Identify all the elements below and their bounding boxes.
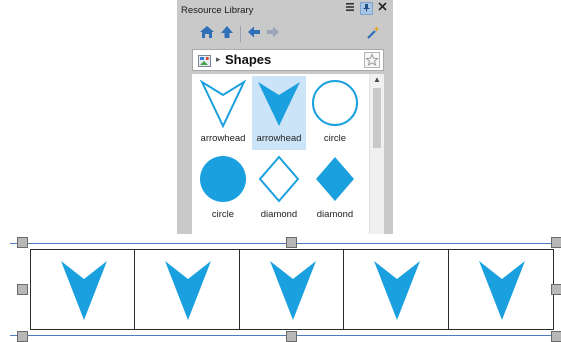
shape-item-diamond-filled[interactable]: diamond <box>308 152 362 226</box>
forward-icon[interactable] <box>265 24 283 42</box>
arrowhead-outline-icon <box>199 79 247 129</box>
breadcrumb-title[interactable]: Shapes <box>225 52 271 67</box>
shape-label: diamond <box>316 209 354 220</box>
resize-handle-middle-right[interactable] <box>551 284 561 295</box>
pin-icon[interactable] <box>360 2 373 15</box>
favorite-star-icon[interactable] <box>364 52 380 68</box>
up-icon[interactable] <box>219 24 237 42</box>
selected-shape-group[interactable] <box>30 249 554 330</box>
shape-item-circle-filled[interactable]: circle <box>196 152 250 226</box>
resize-handle-bottom-center[interactable] <box>286 331 297 342</box>
shape-grid: arrowhead arrowhead circle circle diamon… <box>192 74 384 234</box>
shape-label: arrowhead <box>200 133 246 144</box>
resize-handle-top-right[interactable] <box>551 237 561 248</box>
circle-outline-icon <box>312 80 358 126</box>
resize-handle-middle-left[interactable] <box>17 284 28 295</box>
arrowhead-instance[interactable] <box>240 250 345 329</box>
breadcrumb: ▸ Shapes <box>192 49 384 71</box>
home-icon[interactable] <box>199 24 217 42</box>
diamond-outline-icon <box>258 155 300 203</box>
shapes-folder-icon <box>198 54 211 67</box>
shape-item-diamond-outline[interactable]: diamond <box>252 152 306 226</box>
diamond-filled-icon <box>316 157 354 201</box>
resize-handle-top-left[interactable] <box>17 237 28 248</box>
arrowhead-instance[interactable] <box>344 250 449 329</box>
arrowhead-filled-icon <box>165 261 212 320</box>
scroll-up-icon[interactable]: ▲ <box>370 74 384 86</box>
arrowhead-instance[interactable] <box>449 250 553 329</box>
shape-grid-scrollbar[interactable]: ▲ <box>369 74 384 234</box>
shape-label: diamond <box>260 209 298 220</box>
shape-item-arrowhead-outline[interactable]: arrowhead <box>196 76 250 150</box>
library-toolbar <box>197 24 383 44</box>
arrowhead-filled-icon <box>258 82 300 126</box>
breadcrumb-chevron-icon: ▸ <box>216 54 221 64</box>
shape-label: arrowhead <box>256 133 302 144</box>
arrowhead-filled-icon <box>374 261 421 320</box>
panel-menu-icon[interactable] <box>343 2 357 14</box>
arrowhead-instance[interactable] <box>135 250 240 329</box>
scroll-thumb[interactable] <box>373 88 381 148</box>
resize-handle-bottom-left[interactable] <box>17 331 28 342</box>
shape-label: circle <box>211 209 235 220</box>
arrowhead-instance[interactable] <box>31 250 136 329</box>
arrowhead-filled-icon <box>478 261 525 320</box>
resize-handle-top-center[interactable] <box>286 237 297 248</box>
resource-library-panel: Resource Library ▸ Shapes arrowhead arro… <box>177 0 393 234</box>
arrowhead-filled-icon <box>269 261 316 320</box>
wand-icon[interactable] <box>365 24 383 42</box>
shape-label: circle <box>323 133 347 144</box>
resize-handle-bottom-right[interactable] <box>551 331 561 342</box>
close-icon[interactable] <box>375 2 389 14</box>
back-icon[interactable] <box>246 24 264 42</box>
arrowhead-filled-icon <box>61 261 107 320</box>
circle-filled-icon <box>200 156 246 202</box>
panel-title: Resource Library <box>181 5 254 16</box>
shape-item-circle-outline[interactable]: circle <box>308 76 362 150</box>
toolbar-separator <box>240 26 241 42</box>
shape-item-arrowhead-filled[interactable]: arrowhead <box>252 76 306 150</box>
